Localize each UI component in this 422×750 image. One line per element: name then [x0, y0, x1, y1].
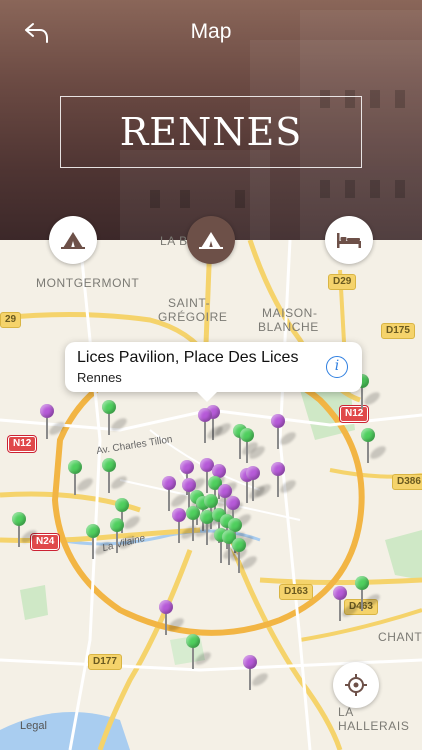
map-pin-green[interactable]	[12, 512, 39, 552]
map-pin-green[interactable]	[110, 518, 137, 558]
place-label-saint-gregoire-1: SAINT-	[168, 296, 211, 310]
legal-link[interactable]: Legal	[20, 720, 47, 732]
callout-subtitle: Rennes	[77, 370, 122, 385]
map-pin-green[interactable]	[355, 576, 382, 616]
road-badge-d163: D163	[279, 584, 313, 600]
crosshair-icon	[345, 674, 367, 696]
tab-hotels[interactable]	[325, 216, 373, 264]
map-pin-purple[interactable]	[271, 414, 298, 454]
map-pin-green[interactable]	[232, 538, 259, 578]
tab-attractions[interactable]	[49, 216, 97, 264]
info-icon[interactable]: i	[326, 356, 348, 378]
map-pin-green[interactable]	[68, 460, 95, 500]
road-badge-n12-left: N12	[8, 436, 37, 452]
place-label-maison-blanche-1: MAISON-	[262, 306, 318, 320]
map-pin-green[interactable]	[186, 506, 213, 546]
road-badge-d177: D177	[88, 654, 122, 670]
place-label-saint-gregoire-2: GRÉGOIRE	[158, 310, 228, 324]
map-pin-green[interactable]	[240, 428, 267, 468]
place-label-la-hallerais: LA HALLERAIS	[338, 705, 410, 733]
locate-me-button[interactable]	[333, 662, 379, 708]
map-pin-purple[interactable]	[40, 404, 67, 444]
road-badge-d386: D386	[392, 474, 422, 490]
bed-icon	[337, 233, 361, 248]
map-pin-green[interactable]	[102, 400, 129, 440]
place-label-maison-blanche-2: BLANCHE	[258, 320, 319, 334]
page-title: Map	[190, 20, 232, 43]
city-title: RENNES	[60, 96, 362, 168]
tent-active-icon	[199, 232, 223, 249]
callout-title: Lices Pavilion, Place Des Lices	[77, 349, 299, 366]
map-pin-purple[interactable]	[333, 586, 360, 626]
map-pin-purple[interactable]	[271, 462, 298, 502]
place-label-chante: CHANTE	[378, 630, 422, 644]
map-pin-purple[interactable]	[198, 408, 225, 448]
map-pin-green[interactable]	[102, 458, 129, 498]
map-pin-green[interactable]	[361, 428, 388, 468]
map-pin-purple[interactable]	[243, 655, 270, 695]
road-badge-d29: D29	[328, 274, 357, 290]
road-badge-d175: D175	[381, 323, 415, 339]
map-pin-green[interactable]	[86, 524, 113, 564]
map-pin-purple[interactable]	[159, 600, 186, 640]
map-callout[interactable]: Lices Pavilion, Place Des Lices Rennes i	[65, 342, 362, 402]
road-badge-29: 29	[0, 312, 22, 328]
map-pin-purple[interactable]	[172, 508, 199, 548]
map-pin-green[interactable]	[186, 634, 213, 674]
place-label-montgermont: MONTGERMONT	[36, 276, 140, 290]
tent-icon	[61, 232, 85, 249]
map-pin-purple[interactable]	[246, 466, 273, 506]
tab-places[interactable]	[187, 216, 235, 264]
